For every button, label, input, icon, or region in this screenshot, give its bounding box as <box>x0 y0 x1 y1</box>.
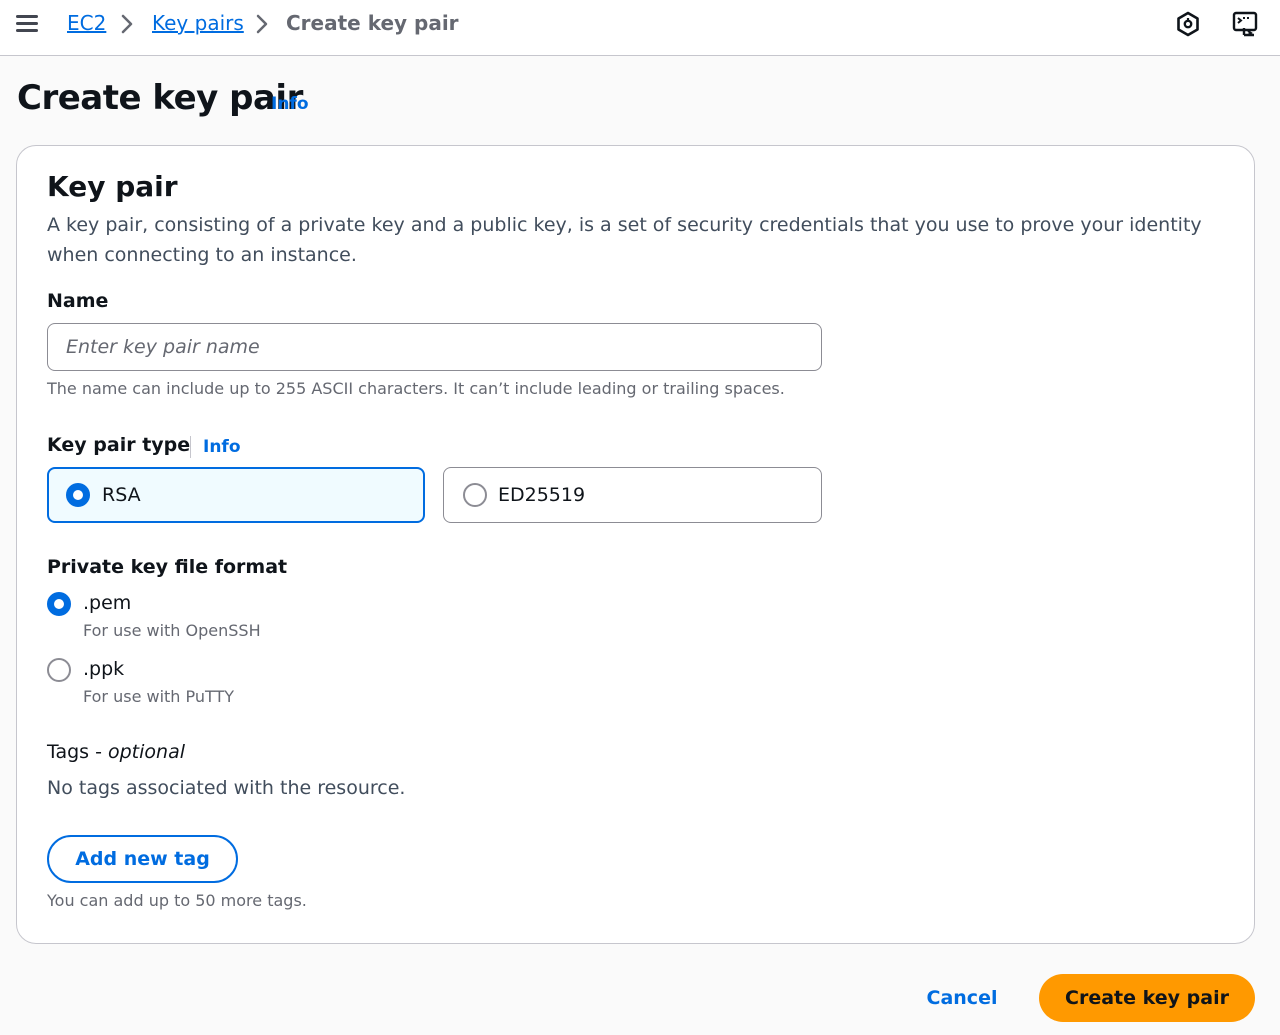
create-key-pair-button[interactable]: Create key pair <box>1039 974 1255 1022</box>
pem-description: For use with OpenSSH <box>83 621 261 640</box>
page-title: Create key pair <box>17 78 303 118</box>
key-type-rsa-tile[interactable]: RSA <box>47 467 425 523</box>
breadcrumb-key-pairs[interactable]: Key pairs <box>152 11 244 35</box>
section-description: A key pair, consisting of a private key … <box>47 214 1202 266</box>
add-new-tag-button[interactable]: Add new tag <box>47 835 238 883</box>
top-navigation-bar: EC2 Key pairs Create key pair <box>0 0 1280 56</box>
page-info-link[interactable]: Info <box>271 94 309 114</box>
ed25519-radio[interactable] <box>463 483 487 507</box>
tags-label-text: Tags - <box>47 741 108 763</box>
tags-empty-message: No tags associated with the resource. <box>47 777 406 799</box>
ppk-radio[interactable] <box>47 658 71 682</box>
section-title: Key pair <box>47 170 178 203</box>
key-pair-name-input[interactable] <box>47 323 822 371</box>
label-divider <box>190 436 191 458</box>
key-type-ed25519-tile[interactable]: ED25519 <box>443 467 822 523</box>
tags-limit-hint: You can add up to 50 more tags. <box>47 891 307 910</box>
hamburger-menu-icon[interactable] <box>16 15 38 33</box>
rsa-radio[interactable] <box>66 483 90 507</box>
rsa-label: RSA <box>102 484 141 506</box>
ppk-label[interactable]: .ppk <box>83 658 124 680</box>
ppk-description: For use with PuTTY <box>83 687 235 706</box>
breadcrumb-ec2[interactable]: EC2 <box>67 11 106 35</box>
name-label: Name <box>47 290 109 312</box>
chevron-right-icon <box>256 14 268 34</box>
ed25519-label: ED25519 <box>498 484 586 506</box>
hexagon-icon[interactable] <box>1175 11 1201 37</box>
breadcrumb-current: Create key pair <box>286 11 459 35</box>
pem-label[interactable]: .pem <box>83 592 131 614</box>
name-hint: The name can include up to 255 ASCII cha… <box>47 379 785 398</box>
key-pair-type-label: Key pair type <box>47 434 191 456</box>
tags-label: Tags - optional <box>47 741 185 763</box>
chevron-right-icon <box>121 14 133 34</box>
pem-radio[interactable] <box>47 592 71 616</box>
tags-optional-text: optional <box>108 741 186 763</box>
key-pair-type-info-link[interactable]: Info <box>203 437 241 457</box>
file-format-label: Private key file format <box>47 556 288 578</box>
terminal-icon[interactable] <box>1232 11 1258 37</box>
cancel-button[interactable]: Cancel <box>914 975 1010 1021</box>
